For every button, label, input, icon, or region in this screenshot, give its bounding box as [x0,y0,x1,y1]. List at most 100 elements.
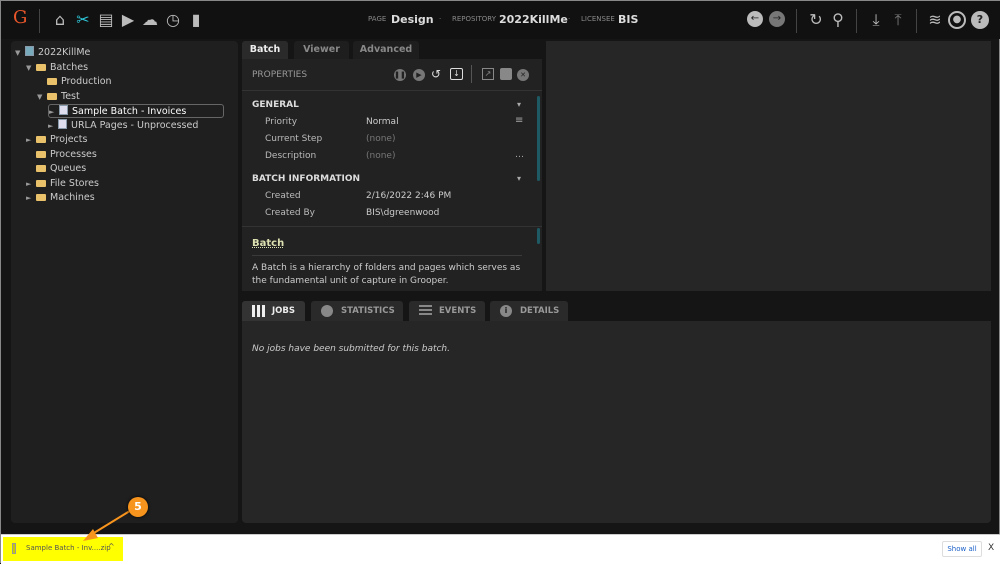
play-icon[interactable]: ▶ [413,69,425,81]
tree-node-label: Queues [50,163,87,174]
tree-node-label: Sample Batch - Invoices [72,106,187,117]
batch-icon [58,118,67,129]
cloud-upload-icon[interactable]: ☁ [141,11,159,29]
help-text: A Batch is a hierarchy of folders and pa… [252,263,521,286]
tab-viewer[interactable]: Viewer [294,41,349,59]
chevron-down-icon[interactable]: ▾ [517,174,521,183]
tab-label: STATISTICS [341,306,395,316]
properties-title: PROPERTIES [252,70,308,80]
callout-arrow [83,508,134,541]
folder-icon [36,150,46,158]
help-icon[interactable]: ? [971,11,989,29]
forward-icon[interactable]: → [769,11,785,27]
tree-node[interactable]: ▼ Test [37,90,80,104]
expand-arrow-icon[interactable]: ► [26,133,36,147]
scrollbar[interactable] [537,228,540,244]
priority-value[interactable]: Normal [366,117,399,127]
tree-node[interactable]: Processes [26,148,97,162]
tree-node-label: URLA Pages - Unprocessed [71,119,199,131]
info-icon: i [500,305,512,317]
expand-arrow-icon[interactable]: ▼ [26,61,36,75]
property-label: Created By [265,208,315,218]
ellipsis-icon[interactable]: … [515,150,524,160]
tab-batch[interactable]: Batch [242,41,288,59]
save-icon[interactable] [500,68,512,80]
tab-advanced[interactable]: Advanced [353,41,419,59]
folder-icon [36,194,46,201]
stats-icon[interactable]: ▮ [187,11,205,29]
repository-icon [25,46,34,56]
search-icon[interactable]: ⚲ [829,11,847,29]
tree-node[interactable]: ► URLA Pages - Unprocessed [48,118,199,133]
repository-label: REPOSITORY [452,15,497,23]
download-icon[interactable]: ⤓ [867,11,885,29]
database-icon[interactable]: ≋ [926,11,944,29]
property-label: Priority [265,117,298,127]
page-value: Design [391,13,434,26]
show-all-button[interactable]: Show all [942,541,982,557]
expand-arrow-icon[interactable]: ▼ [15,46,25,60]
design-tools-icon[interactable]: ✂ [74,11,92,29]
scheduler-icon[interactable]: ◷ [164,11,182,29]
description-value[interactable]: (none) [366,151,395,161]
expand-arrow-icon[interactable]: ▼ [37,90,47,104]
tree-node[interactable]: ▼ Batches [26,61,88,75]
close-icon[interactable]: ✕ [517,69,529,81]
tree-node[interactable]: ► Machines [26,191,95,205]
tab-statistics[interactable]: STATISTICS [311,301,403,321]
archive-icon[interactable]: ▤ [97,11,115,29]
current-step-value[interactable]: (none) [366,134,395,144]
tab-jobs[interactable]: JOBS [242,301,305,321]
top-bar: G ⌂ ✂ ▤ ▶ ☁ ◷ ▮ PAGE Design · REPOSITORY… [1,1,1000,39]
tree-node-label: Production [61,76,112,87]
created-by-value: BIS\dgreenwood [366,208,440,218]
tab-details[interactable]: i DETAILS [490,301,568,321]
tab-label: JOBS [272,306,295,316]
upload-icon[interactable]: ⤒ [889,11,907,29]
folder-icon [47,78,57,85]
viewer-panel [546,41,991,291]
pause-icon[interactable]: ❚❚ [394,69,406,81]
zip-file-icon [12,543,16,554]
history-icon[interactable]: ↺ [431,67,441,81]
property-label: Current Step [265,134,323,144]
separator: · [568,15,571,23]
tree-node[interactable]: Queues [26,162,86,176]
repository-value: 2022KillMe [499,13,568,26]
tasks-play-icon[interactable]: ▶ [119,11,137,29]
section-batch-information[interactable]: BATCH INFORMATION [252,174,360,184]
tree-node[interactable]: ► Projects [26,133,87,147]
bar-chart-icon [252,305,265,317]
scrollbar[interactable] [537,96,540,181]
page-label: PAGE [368,15,387,23]
folder-icon [36,179,46,187]
expand-arrow-icon[interactable]: ► [26,191,36,205]
expand-arrow-icon[interactable]: ► [48,119,58,133]
tab-events[interactable]: EVENTS [409,301,485,321]
tree-node[interactable]: ► File Stores [26,177,99,191]
property-label: Created [265,191,301,201]
tree-node-label: Projects [50,134,88,145]
tree-node[interactable]: Production [37,75,112,89]
section-general[interactable]: GENERAL [252,100,299,110]
home-icon[interactable]: ⌂ [51,11,69,29]
tab-label: EVENTS [439,306,477,316]
tree-node-label: Machines [50,192,95,203]
expand-arrow-icon[interactable]: ► [26,177,36,191]
close-download-bar-button[interactable]: X [988,543,994,553]
grooper-logo[interactable]: G [13,7,27,28]
folder-icon [36,63,46,71]
download-batch-icon[interactable]: ↓ [450,68,463,80]
user-icon[interactable]: ● [948,11,966,29]
tree-node-label: Batches [50,61,89,73]
tree-node[interactable]: ► Sample Batch - Invoices [48,104,224,118]
chevron-down-icon[interactable]: ▾ [517,100,521,109]
list-icon[interactable]: ≡ [515,115,523,126]
tree-node-label: Test [61,90,80,102]
pie-chart-icon [321,305,333,317]
open-external-icon[interactable]: ↗ [482,68,494,80]
tree-node[interactable]: ▼ 2022KillMe [15,46,90,60]
refresh-icon[interactable]: ↻ [807,11,825,29]
expand-arrow-icon[interactable]: ► [49,105,59,119]
back-icon[interactable]: ← [747,11,763,27]
